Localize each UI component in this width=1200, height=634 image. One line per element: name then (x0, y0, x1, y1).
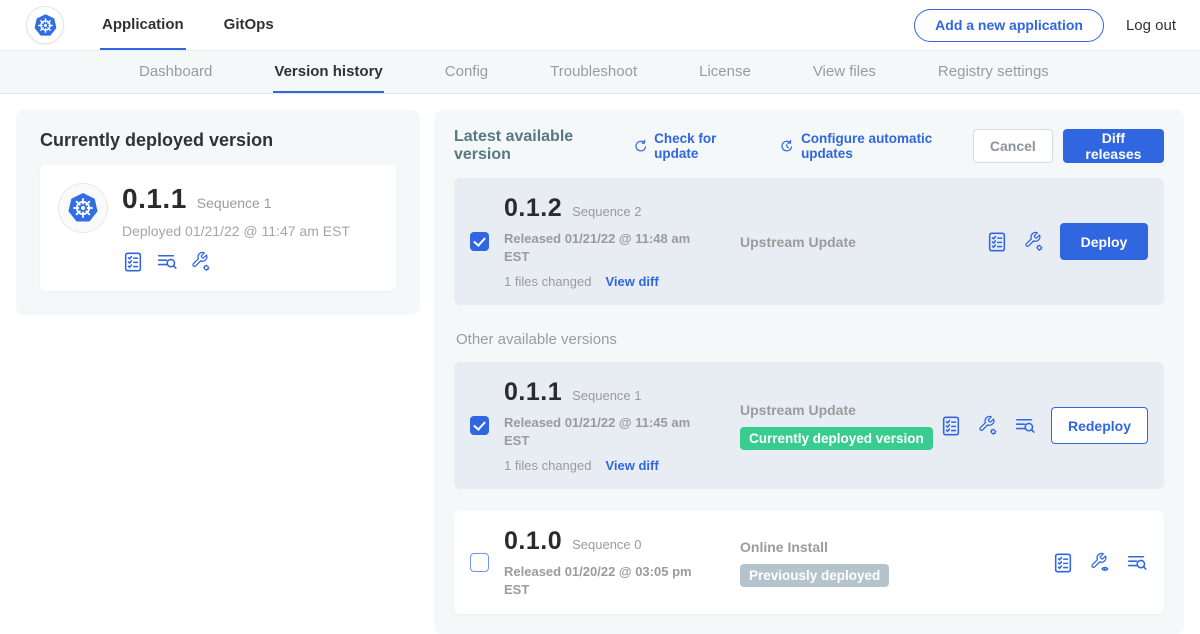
app-subnav: Dashboard Version history Config Trouble… (0, 50, 1200, 94)
config-wrench-gear-icon[interactable] (977, 415, 999, 437)
preflight-checklist-icon[interactable] (122, 251, 144, 273)
available-versions-panel: Latest available version Check for updat… (434, 110, 1184, 634)
version-number: 0.1.0 (504, 527, 562, 556)
diff-select-checkbox[interactable] (470, 553, 489, 572)
redeploy-button[interactable]: Redeploy (1051, 407, 1148, 444)
config-wrench-eye-icon[interactable] (1089, 552, 1111, 574)
latest-available-title: Latest available version (454, 128, 621, 164)
deployed-sequence-label: Sequence 1 (197, 195, 272, 211)
topnav-tabs: Application GitOps (100, 0, 276, 50)
version-source-label: Upstream Update (740, 402, 940, 418)
view-diff-link[interactable]: View diff (605, 458, 658, 473)
sequence-label: Sequence 1 (572, 388, 641, 403)
refresh-icon (633, 138, 649, 155)
app-icon (58, 183, 108, 233)
topnav-tab-gitops[interactable]: GitOps (222, 0, 276, 50)
tab-troubleshoot[interactable]: Troubleshoot (549, 51, 638, 93)
currently-deployed-badge: Currently deployed version (740, 427, 933, 450)
deploy-logs-icon[interactable] (1126, 552, 1148, 574)
currently-deployed-panel: Currently deployed version 0.1.1 Sequenc… (16, 110, 420, 315)
tab-dashboard[interactable]: Dashboard (138, 51, 213, 93)
deployed-version-card: 0.1.1 Sequence 1 Deployed 01/21/22 @ 11:… (40, 165, 396, 291)
version-row-0-1-2: 0.1.2 Sequence 2 Released 01/21/22 @ 11:… (454, 178, 1164, 305)
config-wrench-gear-icon[interactable] (190, 251, 212, 273)
check-for-update-link[interactable]: Check for update (633, 131, 756, 161)
tab-version-history[interactable]: Version history (273, 51, 383, 93)
version-source-label: Upstream Update (740, 234, 986, 250)
logout-link[interactable]: Log out (1126, 17, 1176, 34)
diff-releases-button[interactable]: Diff releases (1063, 129, 1164, 163)
released-timestamp: Released 01/20/22 @ 03:05 pm EST (504, 563, 702, 598)
deploy-logs-icon[interactable] (156, 251, 178, 273)
tab-license[interactable]: License (698, 51, 752, 93)
preflight-checklist-icon[interactable] (940, 415, 962, 437)
other-available-versions-title: Other available versions (456, 331, 1164, 348)
check-for-update-label: Check for update (654, 131, 755, 161)
deploy-button[interactable]: Deploy (1060, 223, 1148, 260)
deployed-timestamp: Deployed 01/21/22 @ 11:47 am EST (122, 223, 350, 239)
topnav-tab-application[interactable]: Application (100, 0, 186, 50)
version-row-0-1-1: 0.1.1 Sequence 1 Released 01/21/22 @ 11:… (454, 362, 1164, 489)
diff-select-checkbox[interactable] (470, 232, 489, 251)
files-changed-label: 1 files changed (504, 274, 591, 289)
released-timestamp: Released 01/21/22 @ 11:45 am EST (504, 414, 702, 449)
version-number: 0.1.2 (504, 194, 562, 223)
preflight-checklist-icon[interactable] (986, 231, 1008, 253)
released-timestamp: Released 01/21/22 @ 11:48 am EST (504, 230, 702, 265)
main-content: Currently deployed version 0.1.1 Sequenc… (0, 94, 1200, 634)
view-diff-link[interactable]: View diff (605, 274, 658, 289)
currently-deployed-title: Currently deployed version (40, 130, 396, 151)
configure-automatic-updates-label: Configure automatic updates (801, 131, 973, 161)
preflight-checklist-icon[interactable] (1052, 552, 1074, 574)
add-new-application-button[interactable]: Add a new application (914, 9, 1104, 42)
cancel-button[interactable]: Cancel (973, 129, 1053, 163)
tab-registry-settings[interactable]: Registry settings (937, 51, 1050, 93)
version-row-0-1-0: 0.1.0 Sequence 0 Released 01/20/22 @ 03:… (454, 511, 1164, 614)
top-navigation: Application GitOps Add a new application… (0, 0, 1200, 50)
deployed-version-number: 0.1.1 (122, 183, 187, 215)
config-wrench-gear-icon[interactable] (1023, 231, 1045, 253)
tab-view-files[interactable]: View files (812, 51, 877, 93)
diff-select-checkbox[interactable] (470, 416, 489, 435)
previously-deployed-badge: Previously deployed (740, 564, 889, 587)
tab-config[interactable]: Config (444, 51, 489, 93)
version-source-label: Online Install (740, 539, 1052, 555)
deploy-logs-icon[interactable] (1014, 415, 1036, 437)
files-changed-label: 1 files changed (504, 458, 591, 473)
sequence-label: Sequence 0 (572, 537, 641, 552)
kubernetes-logo (26, 6, 64, 44)
schedule-update-icon (779, 138, 795, 155)
version-number: 0.1.1 (504, 378, 562, 407)
sequence-label: Sequence 2 (572, 204, 641, 219)
available-versions-header: Latest available version Check for updat… (454, 128, 1164, 164)
configure-automatic-updates-link[interactable]: Configure automatic updates (779, 131, 972, 161)
